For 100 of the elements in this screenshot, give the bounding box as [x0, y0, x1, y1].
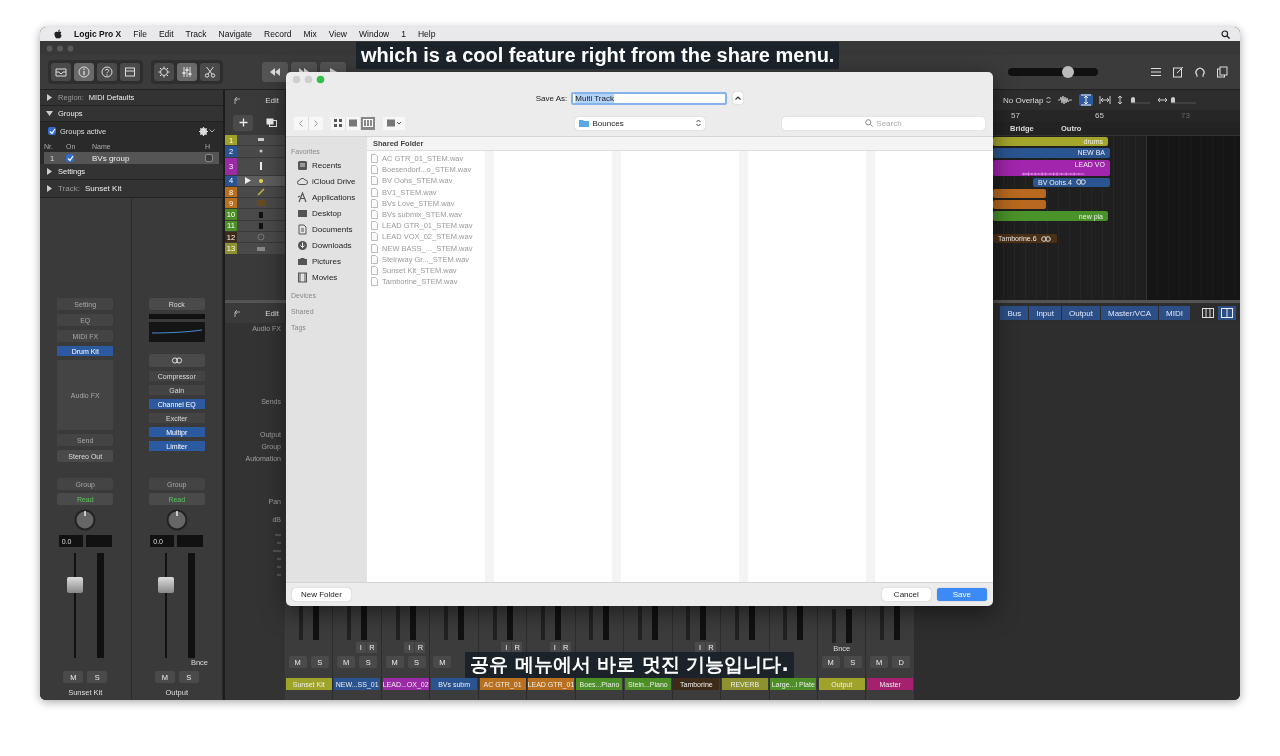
- editor-button[interactable]: [120, 63, 140, 81]
- split-view-button[interactable]: [1218, 306, 1236, 320]
- menu-item[interactable]: File: [133, 29, 147, 39]
- link-button[interactable]: [148, 354, 205, 367]
- library-button[interactable]: [51, 63, 71, 81]
- back-arrow-icon[interactable]: [233, 95, 241, 105]
- filter-button[interactable]: Output: [1061, 306, 1100, 320]
- fader-track[interactable]: [831, 609, 836, 643]
- level-meter: [409, 606, 416, 640]
- disclosure-icon[interactable]: [46, 168, 53, 175]
- group-menu-button[interactable]: [383, 116, 405, 130]
- fader-track[interactable]: [880, 606, 885, 640]
- fit-vertical-icon[interactable]: [1079, 94, 1094, 106]
- collapse-button[interactable]: [733, 92, 744, 104]
- app-menu[interactable]: Logic Pro X: [74, 29, 122, 39]
- fader-track[interactable]: [492, 606, 497, 640]
- region[interactable]: [993, 188, 1046, 199]
- smart-controls-button[interactable]: [154, 63, 174, 81]
- sidebar-item[interactable]: iCloud Drive: [291, 173, 367, 189]
- chevron-down-icon[interactable]: [209, 129, 215, 133]
- menu-item[interactable]: Navigate: [218, 29, 253, 39]
- fader-track[interactable]: [395, 606, 400, 640]
- inspector-button[interactable]: [74, 63, 94, 81]
- sidebar-item[interactable]: Applications: [291, 189, 367, 205]
- new-folder-button[interactable]: New Folder: [292, 588, 351, 601]
- file-name-field[interactable]: Multi Track: [571, 91, 728, 105]
- horizontal-zoom-slider-icon[interactable]: [1157, 95, 1198, 105]
- duplicate-icon: [265, 118, 277, 127]
- vertical-zoom-slider-icon[interactable]: [1117, 95, 1152, 105]
- disclosure-icon[interactable]: [46, 185, 53, 192]
- help-icon: [101, 66, 113, 78]
- fader-track[interactable]: [783, 606, 788, 640]
- fader-knob[interactable]: [66, 576, 83, 593]
- search-icon[interactable]: [1221, 29, 1230, 39]
- grid-icon: [334, 119, 342, 127]
- edit-menu[interactable]: Edit: [265, 308, 279, 318]
- camera-icon: [297, 255, 308, 267]
- back-arrow-icon[interactable]: [233, 308, 241, 318]
- drag-mode-menu[interactable]: No Overlap: [1003, 95, 1052, 105]
- fit-horizontal-icon[interactable]: [1099, 95, 1112, 105]
- add-track-button[interactable]: [233, 114, 253, 131]
- notepad-icon: [1172, 66, 1184, 78]
- level-meter: [312, 606, 319, 640]
- column-view-button[interactable]: [361, 116, 375, 130]
- columns-icon: [363, 119, 373, 127]
- columns-icon: [1202, 308, 1214, 318]
- pan-knob[interactable]: [165, 509, 188, 531]
- apps-icon: [297, 191, 308, 203]
- filter-button[interactable]: Bus: [1000, 306, 1029, 320]
- filter-button[interactable]: MIDI: [1159, 306, 1190, 320]
- filter-button[interactable]: Input: [1029, 306, 1061, 320]
- help-button[interactable]: [97, 63, 117, 81]
- play-icon[interactable]: [245, 177, 251, 185]
- fader-track[interactable]: [589, 606, 594, 640]
- list-view-button[interactable]: [346, 116, 360, 130]
- sidebar-item[interactable]: Downloads: [291, 237, 367, 253]
- sidebar-item[interactable]: Documents: [291, 221, 367, 237]
- instrument-icon: [256, 220, 266, 231]
- rewind-button[interactable]: [262, 62, 288, 82]
- edit-menu[interactable]: Edit: [265, 95, 279, 105]
- menu-item[interactable]: 1: [401, 29, 406, 39]
- fader-track[interactable]: [298, 606, 303, 640]
- menu-item[interactable]: Edit: [158, 29, 174, 39]
- group-name[interactable]: BVs group: [92, 152, 205, 164]
- fader-track[interactable]: [637, 606, 642, 640]
- slider-thumb[interactable]: [1062, 66, 1075, 78]
- mixer-button[interactable]: [177, 63, 197, 81]
- filter-button[interactable]: Master/VCA: [1101, 306, 1159, 320]
- caption: 공유 메뉴에서 바로 멋진 기능입니다.: [465, 652, 794, 678]
- menu-item[interactable]: Record: [264, 29, 292, 39]
- scissors-button[interactable]: [200, 63, 220, 81]
- disclosure-icon[interactable]: [46, 94, 53, 101]
- sidebar-item[interactable]: Pictures: [291, 253, 367, 269]
- icon-view-button[interactable]: [331, 116, 345, 130]
- single-view-button[interactable]: [1199, 306, 1217, 320]
- fader-track[interactable]: [734, 606, 739, 640]
- menu-item[interactable]: Track: [185, 29, 207, 39]
- location-menu[interactable]: Bounces: [574, 116, 705, 130]
- menu-item[interactable]: View: [328, 29, 347, 39]
- level-meter: [603, 606, 610, 640]
- sidebar-item[interactable]: Desktop: [291, 205, 367, 221]
- disclosure-icon[interactable]: [46, 110, 53, 117]
- volume-slider[interactable]: [1008, 68, 1098, 76]
- pan-knob[interactable]: [74, 509, 97, 531]
- settings-icon[interactable]: [199, 126, 208, 136]
- menu-item[interactable]: Mix: [303, 29, 317, 39]
- gallery-icon: [387, 119, 401, 127]
- waveform-icon[interactable]: [1057, 95, 1074, 105]
- menu-item[interactable]: Window: [359, 29, 390, 39]
- fader-track[interactable]: [347, 606, 352, 640]
- fader-track[interactable]: [444, 606, 449, 640]
- checkbox[interactable]: [205, 154, 213, 162]
- fader-track[interactable]: [686, 606, 691, 640]
- sidebar-item[interactable]: Movies: [291, 269, 367, 285]
- fader-knob[interactable]: [158, 576, 175, 593]
- cancel-button[interactable]: Cancel: [881, 588, 931, 601]
- eq-curve-display[interactable]: [148, 314, 205, 342]
- sidebar-item[interactable]: Recents: [291, 157, 367, 173]
- region[interactable]: [993, 200, 1046, 210]
- menu-item[interactable]: Help: [418, 29, 436, 39]
